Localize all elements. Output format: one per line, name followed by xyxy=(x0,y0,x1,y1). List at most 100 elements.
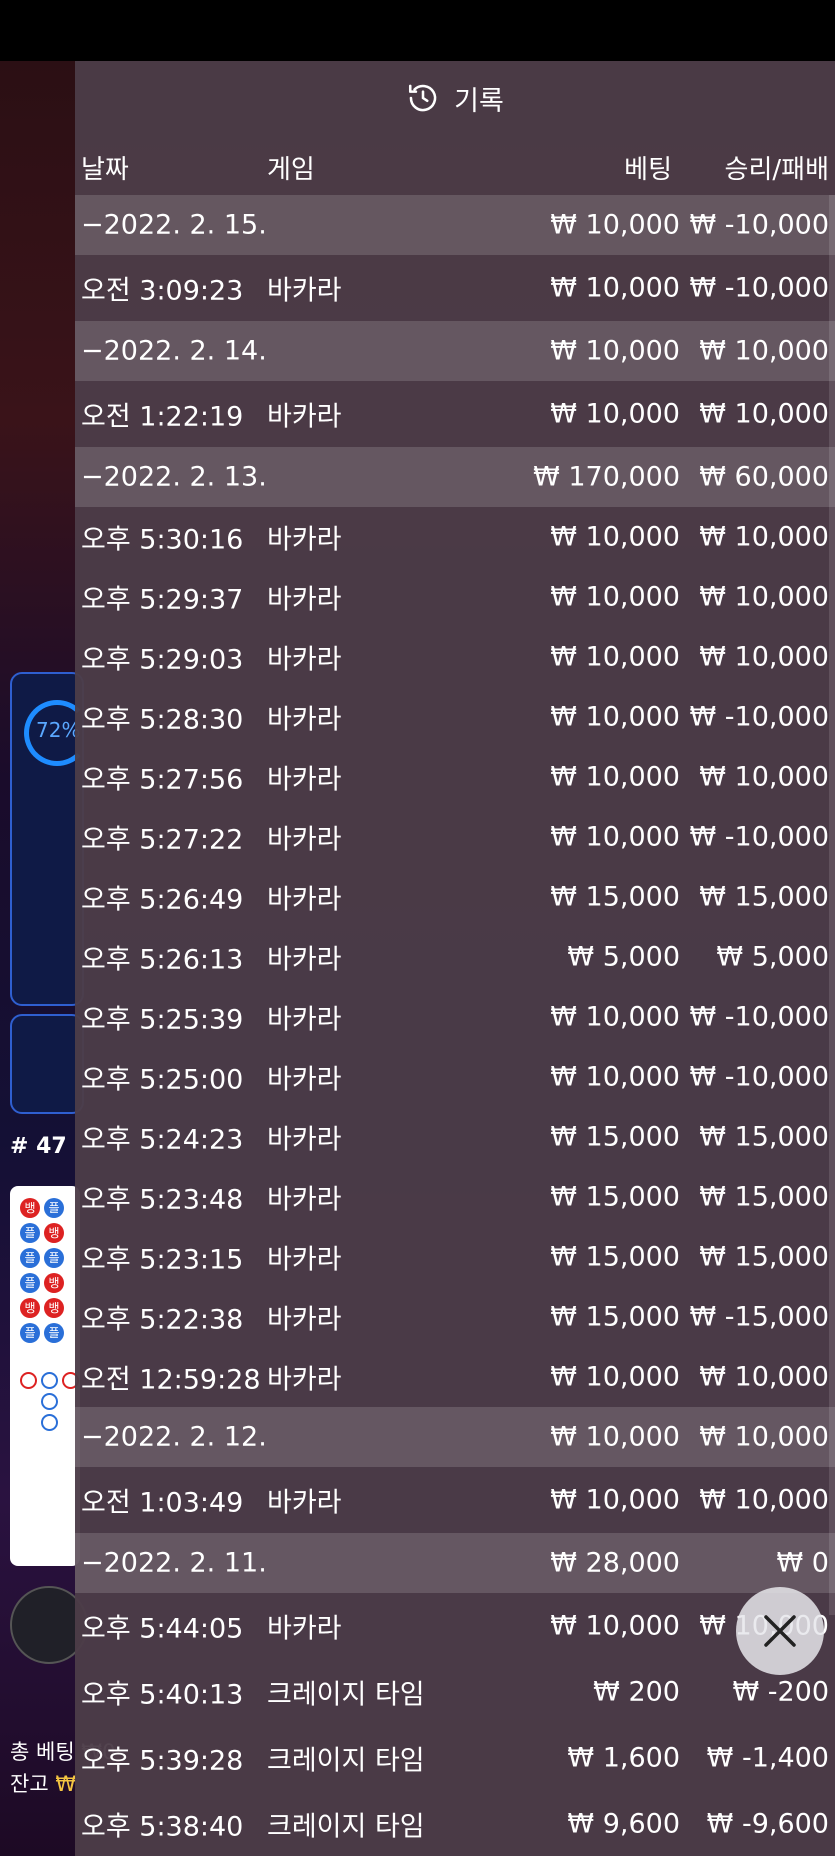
group-bet-total: ₩ 170,000 xyxy=(533,461,680,493)
road-chip: 뱅 xyxy=(44,1298,64,1318)
row-game: 바카라 xyxy=(267,824,342,856)
row-winloss: ₩ 15,000 xyxy=(699,1121,829,1153)
history-row[interactable]: 오후 5:24:23 바카라 ₩ 15,000 ₩ 15,000 xyxy=(75,1107,835,1167)
row-time: 오후 5:25:39 xyxy=(81,1004,244,1036)
row-time: 오후 5:23:48 xyxy=(81,1184,244,1216)
row-winloss: ₩ 10,000 xyxy=(699,581,829,613)
history-row[interactable]: 오전 12:59:28 바카라 ₩ 10,000 ₩ 10,000 xyxy=(75,1347,835,1407)
progress-text: 72% xyxy=(36,718,81,742)
row-bet: ₩ 10,000 xyxy=(550,1484,680,1516)
group-winloss-total: ₩ 10,000 xyxy=(699,335,829,367)
row-game: 바카라 xyxy=(267,1304,342,1336)
road-chip: 플 xyxy=(44,1198,64,1218)
row-game: 크레이지 타임 xyxy=(267,1811,425,1843)
row-winloss: ₩ -9,600 xyxy=(706,1808,829,1840)
row-time: 오후 5:22:38 xyxy=(81,1304,244,1336)
row-game: 바카라 xyxy=(267,644,342,676)
row-time: 오후 5:30:16 xyxy=(81,524,244,556)
group-date: −2022. 2. 15. xyxy=(81,209,267,241)
history-row[interactable]: 오후 5:29:03 바카라 ₩ 10,000 ₩ 10,000 xyxy=(75,627,835,687)
history-row[interactable]: 오후 5:29:37 바카라 ₩ 10,000 ₩ 10,000 xyxy=(75,567,835,627)
history-row[interactable]: 오후 5:44:05바카라₩ 10,000₩ 10,000 xyxy=(75,1593,835,1659)
road-circle xyxy=(41,1414,58,1431)
history-row[interactable]: 오후 5:30:16 바카라 ₩ 10,000 ₩ 10,000 xyxy=(75,507,835,567)
row-bet: ₩ 10,000 xyxy=(550,272,680,304)
date-group-row[interactable]: −2022. 2. 12. ₩ 10,000 ₩ 10,000 xyxy=(75,1407,835,1467)
history-row[interactable]: 오후 5:40:13 크레이지 타임 ₩ 200 ₩ -200 xyxy=(75,1659,835,1725)
column-game: 게임 xyxy=(267,155,315,185)
row-winloss: ₩ -10,000 xyxy=(689,1061,830,1093)
row-winloss: ₩ -200 xyxy=(732,1676,829,1708)
row-bet: ₩ 10,000 xyxy=(550,1361,680,1393)
history-row[interactable]: 오전 3:09:23 바카라 ₩ 10,000 ₩ -10,000 xyxy=(75,255,835,321)
history-row[interactable]: 오후 5:26:13 바카라 ₩ 5,000 ₩ 5,000 xyxy=(75,927,835,987)
row-game: 바카라 xyxy=(267,884,342,916)
row-time: 오전 3:09:23 xyxy=(81,275,244,307)
history-row[interactable]: 오후 5:38:40 크레이지 타임 ₩ 9,600 ₩ -9,600 xyxy=(75,1791,835,1856)
history-row[interactable]: 오전 1:22:19 바카라 ₩ 10,000 ₩ 10,000 xyxy=(75,381,835,447)
row-game: 바카라 xyxy=(267,275,342,307)
row-bet: ₩ 10,000 xyxy=(550,1001,680,1033)
row-time: 오전 12:59:28 xyxy=(81,1364,261,1396)
history-row[interactable]: 오후 5:26:49 바카라 ₩ 15,000 ₩ 15,000 xyxy=(75,867,835,927)
history-row[interactable]: 오후 5:28:30 바카라 ₩ 10,000 ₩ -10,000 xyxy=(75,687,835,747)
row-bet: ₩ 10,000 xyxy=(550,521,680,553)
road-chip: 플 xyxy=(20,1323,40,1343)
row-bet: ₩ 10,000 xyxy=(550,821,680,853)
group-bet-total: ₩ 10,000 xyxy=(550,1421,680,1453)
history-row[interactable]: 오전 1:03:49 바카라 ₩ 10,000 ₩ 10,000 xyxy=(75,1467,835,1533)
row-time: 오후 5:27:56 xyxy=(81,764,244,796)
history-row[interactable]: 오후 5:39:28 크레이지 타임 ₩ 1,600 ₩ -1,400 xyxy=(75,1725,835,1791)
row-bet: ₩ 10,000 xyxy=(550,761,680,793)
date-group-row[interactable]: −2022. 2. 13. ₩ 170,000 ₩ 60,000 xyxy=(75,447,835,507)
group-bet-total: ₩ 28,000 xyxy=(550,1547,680,1579)
group-bet-total: ₩ 10,000 xyxy=(550,335,680,367)
history-row[interactable]: 오후 5:23:48 바카라 ₩ 15,000 ₩ 15,000 xyxy=(75,1167,835,1227)
history-list[interactable]: −2022. 2. 15. ₩ 10,000 ₩ -10,000 오전 3:09:23… xyxy=(75,195,835,1856)
balance-prefix: 잔고 xyxy=(10,1772,56,1796)
row-time: 오후 5:44:05 xyxy=(81,1613,244,1645)
row-time: 오후 5:26:13 xyxy=(81,944,244,976)
row-winloss: ₩ -10,000 xyxy=(689,821,830,853)
row-bet: ₩ 15,000 xyxy=(550,1241,680,1273)
row-time: 오후 5:25:00 xyxy=(81,1064,244,1096)
group-winloss-total: ₩ -10,000 xyxy=(689,209,830,241)
row-time: 오후 5:40:13 xyxy=(81,1679,244,1711)
row-bet: ₩ 10,000 xyxy=(550,1610,680,1642)
scrollbar[interactable] xyxy=(829,195,835,1615)
road-chip: 플 xyxy=(44,1248,64,1268)
date-group-row[interactable]: −2022. 2. 11. ₩ 28,000 ₩ 0 xyxy=(75,1533,835,1593)
row-winloss: ₩ 15,000 xyxy=(699,1241,829,1273)
group-date: −2022. 2. 14. xyxy=(81,335,267,367)
history-panel[interactable]: 기록 날짜 게임 베팅 승리/패배 −2022. 2. 15. ₩ 10,000 ₩… xyxy=(75,61,835,1856)
row-game: 바카라 xyxy=(267,1004,342,1036)
row-winloss: ₩ -10,000 xyxy=(689,272,830,304)
group-bet-total: ₩ 10,000 xyxy=(550,209,680,241)
row-bet: ₩ 15,000 xyxy=(550,1121,680,1153)
history-row[interactable]: 오후 5:22:38 바카라 ₩ 15,000 ₩ -15,000 xyxy=(75,1287,835,1347)
row-game: 바카라 xyxy=(267,401,342,433)
row-winloss: ₩ 10,000 xyxy=(699,398,829,430)
row-bet: ₩ 15,000 xyxy=(550,1301,680,1333)
history-row[interactable]: 오후 5:25:00 바카라 ₩ 10,000 ₩ -10,000 xyxy=(75,1047,835,1107)
date-group-row[interactable]: −2022. 2. 15. ₩ 10,000 ₩ -10,000 xyxy=(75,195,835,255)
row-winloss: ₩ 10,000 xyxy=(699,641,829,673)
history-row[interactable]: 오후 5:25:39 바카라 ₩ 10,000 ₩ -10,000 xyxy=(75,987,835,1047)
history-row[interactable]: 오후 5:23:15 바카라 ₩ 15,000 ₩ 15,000 xyxy=(75,1227,835,1287)
row-game: 바카라 xyxy=(267,524,342,556)
road-circle xyxy=(41,1372,58,1389)
row-bet: ₩ 15,000 xyxy=(550,1181,680,1213)
history-title: 기록 xyxy=(454,85,504,117)
row-game: 바카라 xyxy=(267,1244,342,1276)
history-row[interactable]: 오후 5:27:56 바카라 ₩ 10,000 ₩ 10,000 xyxy=(75,747,835,807)
road-chip: 뱅 xyxy=(44,1223,64,1243)
column-header: 날짜 게임 베팅 승리/패배 xyxy=(75,135,835,193)
road-chip: 플 xyxy=(44,1323,64,1343)
row-game: 바카라 xyxy=(267,704,342,736)
date-group-row[interactable]: −2022. 2. 14. ₩ 10,000 ₩ 10,000 xyxy=(75,321,835,381)
road-chip: 뱅 xyxy=(20,1298,40,1318)
close-button[interactable] xyxy=(736,1587,824,1675)
row-winloss: ₩ 10,000 xyxy=(699,521,829,553)
history-row[interactable]: 오후 5:27:22 바카라 ₩ 10,000 ₩ -10,000 xyxy=(75,807,835,867)
bead-road: 뱅 플 플 뱅 플 플 플 뱅 뱅 뱅 플 플 xyxy=(10,1186,80,1566)
